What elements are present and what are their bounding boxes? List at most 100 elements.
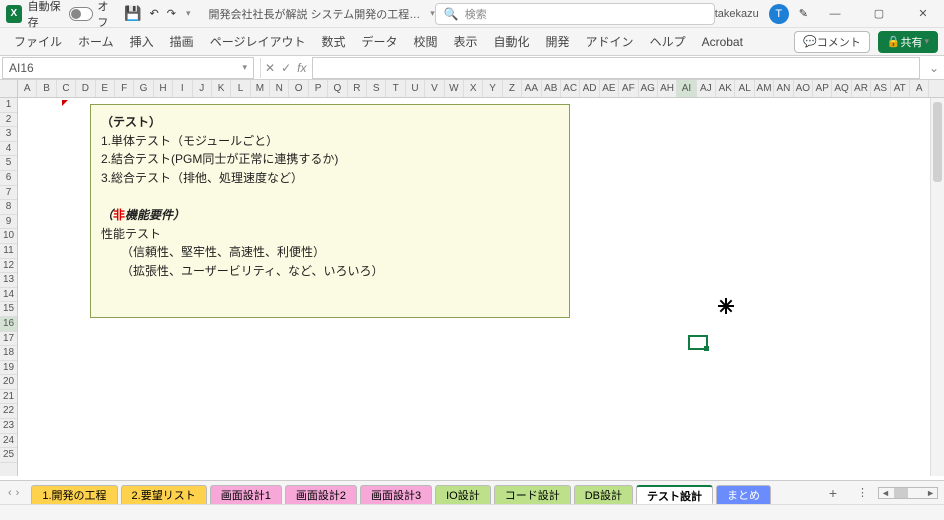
column-header[interactable]: AO <box>794 80 813 97</box>
ribbon-tab[interactable]: 表示 <box>446 35 486 49</box>
column-header[interactable]: W <box>445 80 464 97</box>
column-header[interactable]: AJ <box>697 80 716 97</box>
column-header[interactable]: D <box>76 80 95 97</box>
column-header[interactable]: F <box>115 80 134 97</box>
column-header[interactable]: AB <box>542 80 561 97</box>
sheet-options-icon[interactable]: ⋮ <box>847 486 878 499</box>
pen-icon[interactable]: ✎ <box>799 7 808 20</box>
column-header[interactable]: L <box>231 80 250 97</box>
column-header[interactable]: G <box>134 80 153 97</box>
column-header[interactable]: Q <box>328 80 347 97</box>
ribbon-tab[interactable]: 数式 <box>313 35 353 49</box>
avatar[interactable]: T <box>769 4 789 24</box>
row-header[interactable]: 16 <box>0 317 17 332</box>
grid-area[interactable]: 1234567891011121314151617181920212223242… <box>0 98 944 476</box>
column-header[interactable]: AR <box>852 80 871 97</box>
scroll-right-icon[interactable]: ► <box>924 488 937 498</box>
row-header[interactable]: 23 <box>0 419 17 434</box>
column-header[interactable]: A <box>910 80 929 97</box>
row-header[interactable]: 17 <box>0 332 17 347</box>
column-header[interactable]: J <box>193 80 212 97</box>
column-header[interactable]: AD <box>580 80 599 97</box>
row-header[interactable]: 15 <box>0 302 17 317</box>
row-header[interactable]: 18 <box>0 346 17 361</box>
comment-button[interactable]: 💬 コメント <box>794 31 870 53</box>
search-input[interactable]: 🔍 検索 <box>435 3 715 25</box>
column-header[interactable]: M <box>251 80 270 97</box>
column-header[interactable]: V <box>425 80 444 97</box>
column-header[interactable]: I <box>173 80 192 97</box>
ribbon-tab[interactable]: 校閲 <box>405 35 445 49</box>
comment-indicator-icon[interactable] <box>62 100 68 106</box>
minimize-button[interactable]: — <box>818 0 852 28</box>
column-header[interactable]: AE <box>600 80 619 97</box>
ribbon-tab[interactable]: アドイン <box>578 35 642 49</box>
column-header[interactable]: AH <box>658 80 677 97</box>
cells[interactable]: （テスト） 1.単体テスト（モジュールごと） 2.結合テスト(PGM同士が正常に… <box>18 98 944 476</box>
ribbon-tab[interactable]: データ <box>353 35 405 49</box>
ribbon-tab[interactable]: ファイル <box>6 35 70 49</box>
row-header[interactable]: 21 <box>0 390 17 405</box>
column-header[interactable]: AF <box>619 80 638 97</box>
row-header[interactable]: 14 <box>0 288 17 303</box>
column-header[interactable]: N <box>270 80 289 97</box>
ribbon-tab[interactable]: ヘルプ <box>642 35 694 49</box>
row-header[interactable]: 22 <box>0 404 17 419</box>
share-button[interactable]: 🔒 共有 ▾ <box>878 31 938 53</box>
sheet-tab[interactable]: IO設計 <box>435 485 491 505</box>
cancel-icon[interactable]: ✕ <box>265 61 275 75</box>
column-header[interactable]: AM <box>755 80 774 97</box>
column-header[interactable]: Z <box>503 80 522 97</box>
row-header[interactable]: 11 <box>0 244 17 259</box>
enter-icon[interactable]: ✓ <box>281 61 291 75</box>
row-header[interactable]: 13 <box>0 273 17 288</box>
column-header[interactable]: AI <box>677 80 696 97</box>
column-header[interactable]: AA <box>522 80 541 97</box>
column-header[interactable]: U <box>406 80 425 97</box>
column-header[interactable]: AK <box>716 80 735 97</box>
row-header[interactable]: 7 <box>0 186 17 201</box>
maximize-button[interactable]: ▢ <box>862 0 896 28</box>
row-header[interactable]: 10 <box>0 229 17 244</box>
ribbon-tab[interactable]: 自動化 <box>486 35 538 49</box>
name-box[interactable]: AI16 ▾ <box>2 57 254 79</box>
sheet-tab[interactable]: テスト設計 <box>636 485 713 505</box>
column-header[interactable]: R <box>348 80 367 97</box>
column-header[interactable]: S <box>367 80 386 97</box>
ribbon-tab[interactable]: ページレイアウト <box>202 35 314 49</box>
row-header[interactable]: 20 <box>0 375 17 390</box>
add-sheet-button[interactable]: + <box>819 485 847 501</box>
column-header[interactable]: AN <box>774 80 793 97</box>
sheet-tab[interactable]: 1.開発の工程 <box>31 485 117 505</box>
column-header[interactable]: AS <box>871 80 890 97</box>
column-header[interactable]: C <box>57 80 76 97</box>
row-header[interactable]: 4 <box>0 142 17 157</box>
column-header[interactable]: A <box>18 80 37 97</box>
sheet-tab[interactable]: 画面設計3 <box>360 485 432 505</box>
row-header[interactable]: 6 <box>0 171 17 186</box>
row-header[interactable]: 5 <box>0 156 17 171</box>
column-header[interactable]: Y <box>483 80 502 97</box>
expand-formula-icon[interactable]: ⌄ <box>924 61 944 75</box>
column-header[interactable]: K <box>212 80 231 97</box>
autosave-toggle[interactable]: 自動保存 オフ <box>28 0 116 30</box>
ribbon-tab[interactable]: 開発 <box>538 35 578 49</box>
sheet-tab[interactable]: まとめ <box>716 485 771 505</box>
redo-icon[interactable]: ↷ <box>167 7 176 20</box>
sheet-tab[interactable]: 画面設計1 <box>210 485 282 505</box>
sheet-tab[interactable]: DB設計 <box>574 485 633 505</box>
row-header[interactable]: 1 <box>0 98 17 113</box>
scroll-left-icon[interactable]: ◄ <box>879 488 892 498</box>
select-all-corner[interactable] <box>0 80 18 97</box>
column-header[interactable]: AG <box>639 80 658 97</box>
row-header[interactable]: 12 <box>0 259 17 274</box>
undo-icon[interactable]: ↶ <box>150 7 159 20</box>
ribbon-tab[interactable]: Acrobat <box>694 35 751 49</box>
save-icon[interactable]: 💾 <box>124 5 141 22</box>
column-header[interactable]: O <box>289 80 308 97</box>
sheet-tab[interactable]: 画面設計2 <box>285 485 357 505</box>
sheet-tab[interactable]: 2.要望リスト <box>121 485 207 505</box>
row-header[interactable]: 3 <box>0 127 17 142</box>
row-header[interactable]: 2 <box>0 113 17 128</box>
ribbon-tab[interactable]: 描画 <box>162 35 202 49</box>
